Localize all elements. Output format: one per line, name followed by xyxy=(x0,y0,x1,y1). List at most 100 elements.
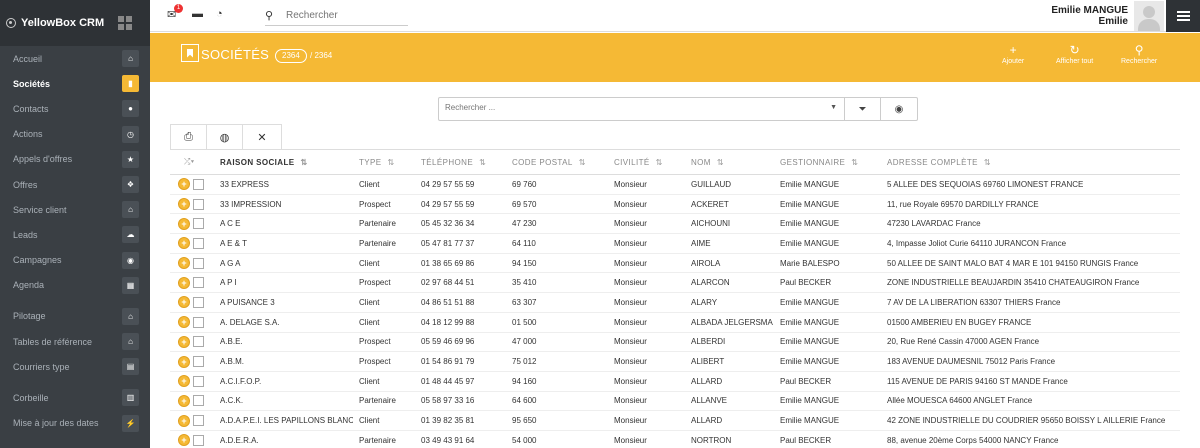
filter-search-input[interactable] xyxy=(445,103,815,112)
column-header-code-postal[interactable]: CODE POSTAL ⇅ xyxy=(506,149,608,175)
table-row[interactable]: + A G A Client 01 38 65 69 86 94 150 Monsieur… xyxy=(170,253,1180,274)
sidebar-item[interactable]: Offres ❖ xyxy=(0,172,150,197)
sidebar-item[interactable]: Agenda ▦ xyxy=(0,273,150,298)
grid-icon[interactable] xyxy=(118,16,132,30)
globe-button[interactable]: ◍ xyxy=(207,125,243,149)
column-header-adresse[interactable]: ADRESSE COMPLÈTE ⇅ xyxy=(881,149,1180,175)
cell-raison-sociale[interactable]: 33 IMPRESSION xyxy=(214,194,353,215)
sidebar-item[interactable]: Leads ☁ xyxy=(0,222,150,247)
print-button[interactable]: ⎙ xyxy=(171,125,207,149)
column-header-nom[interactable]: NOM ⇅ xyxy=(685,149,774,175)
row-checkbox[interactable] xyxy=(193,257,204,269)
cell-raison-sociale[interactable]: A.B.M. xyxy=(214,351,353,372)
table-row[interactable]: + A PUISANCE 3 Client 04 86 51 51 88 63 307 M… xyxy=(170,292,1180,313)
row-checkbox[interactable] xyxy=(193,198,204,210)
show-all-button[interactable]: ↻ Afficher tout xyxy=(1056,43,1093,65)
sidebar-item[interactable]: Appels d'offres ★ xyxy=(0,147,150,172)
row-checkbox[interactable] xyxy=(193,375,204,387)
view-button[interactable]: ◉ xyxy=(881,98,917,120)
cell-raison-sociale[interactable]: A.B.E. xyxy=(214,332,353,353)
dashboard-icon[interactable]: ◔ xyxy=(216,8,230,20)
expand-row-icon[interactable]: + xyxy=(178,237,190,250)
sidebar-item[interactable]: Tables de référence ⌂ xyxy=(0,329,150,354)
expand-row-icon[interactable]: + xyxy=(178,316,190,329)
table-row[interactable]: +33 IMPRESSION Prospect 04 29 57 55 59 69 5… xyxy=(170,194,1180,215)
global-search-input[interactable] xyxy=(286,8,406,22)
cell-raison-sociale[interactable]: A P I xyxy=(214,272,353,294)
sidebar-item[interactable]: Mise à jour des dates ⚡ xyxy=(0,411,150,436)
cell-raison-sociale[interactable]: A C E xyxy=(214,213,353,235)
table-row[interactable]: +33 EXPRESS Client 04 29 57 55 59 69 760 Mon… xyxy=(170,174,1180,195)
column-header-telephone[interactable]: TÉLÉPHONE ⇅ xyxy=(415,149,506,175)
row-checkbox[interactable] xyxy=(193,336,204,348)
row-checkbox[interactable] xyxy=(193,237,204,249)
row-checkbox[interactable] xyxy=(193,178,204,190)
cell-raison-sociale[interactable]: 33 EXPRESS xyxy=(214,174,353,195)
cell-raison-sociale[interactable]: A PUISANCE 3 xyxy=(214,292,353,313)
cell-raison-sociale[interactable]: A.D.E.R.A. xyxy=(214,430,353,448)
avatar[interactable] xyxy=(1134,1,1164,31)
sidebar-item[interactable]: Service client ⌂ xyxy=(0,197,150,222)
sidebar-item[interactable]: Courriers type ▤ xyxy=(0,354,150,379)
row-checkbox[interactable] xyxy=(193,277,204,289)
row-checkbox[interactable] xyxy=(193,316,204,328)
chat-icon[interactable]: ▬ xyxy=(192,8,206,20)
table-row[interactable]: + A P I Prospect 02 97 68 44 51 35 410 Monsie… xyxy=(170,272,1180,294)
column-header-type[interactable]: TYPE ⇅ xyxy=(353,149,415,175)
expand-row-icon[interactable]: + xyxy=(178,355,190,368)
sidebar-item[interactable]: Pilotage ⌂ xyxy=(0,304,150,329)
menu-icon[interactable] xyxy=(1166,0,1200,32)
table-row[interactable]: + A.D.E.R.A. Partenaire 03 49 43 91 64 54 00… xyxy=(170,430,1180,448)
row-checkbox[interactable] xyxy=(193,296,204,308)
expand-row-icon[interactable]: + xyxy=(178,375,190,388)
table-row[interactable]: + A.C.I.F.O.P. Client 01 48 44 45 97 94 160 M… xyxy=(170,371,1180,392)
row-checkbox[interactable] xyxy=(193,395,204,407)
search-icon[interactable]: ⚲ xyxy=(265,9,273,22)
expand-row-icon[interactable]: + xyxy=(178,434,190,447)
sidebar-item[interactable]: Campagnes ◉ xyxy=(0,248,150,273)
sidebar-item[interactable]: Actions ◷ xyxy=(0,122,150,147)
sidebar-item[interactable]: Accueil ⌂ xyxy=(0,46,150,71)
row-checkbox[interactable] xyxy=(193,218,204,230)
cell-raison-sociale[interactable]: A.D.A.P.E.I. LES PAPILLONS BLANC xyxy=(214,410,353,431)
expand-row-icon[interactable]: + xyxy=(178,178,190,191)
column-header-gestionnaire[interactable]: GESTIONNAIRE ⇅ xyxy=(774,149,881,175)
search-button[interactable]: ⚲ Rechercher xyxy=(1121,43,1157,65)
table-row[interactable]: + A C E Partenaire 05 45 32 36 34 47 230 Mons… xyxy=(170,213,1180,235)
table-row[interactable]: + A.B.M. Prospect 01 54 86 91 79 75 012 Monsi… xyxy=(170,351,1180,372)
expand-row-icon[interactable]: + xyxy=(178,335,190,348)
row-checkbox[interactable] xyxy=(193,434,204,446)
cell-raison-sociale[interactable]: A. DELAGE S.A. xyxy=(214,312,353,333)
table-row[interactable]: + A E & T Partenaire 05 47 81 77 37 64 110 Mo… xyxy=(170,233,1180,254)
expand-row-icon[interactable]: + xyxy=(178,394,190,407)
table-row[interactable]: + A.C.K. Partenaire 05 58 97 33 16 64 600 Mon… xyxy=(170,391,1180,412)
expand-row-icon[interactable]: + xyxy=(178,296,190,309)
table-row[interactable]: + A.D.A.P.E.I. LES PAPILLONS BLANC Client 0… xyxy=(170,410,1180,431)
expand-row-icon[interactable]: + xyxy=(178,257,190,270)
row-checkbox[interactable] xyxy=(193,415,204,427)
expand-row-icon[interactable]: + xyxy=(178,276,190,289)
cell-telephone: 03 49 43 91 64 xyxy=(415,430,506,448)
column-header-civilite[interactable]: CIVILITÉ ⇅ xyxy=(608,149,685,175)
user-info[interactable]: Emilie MANGUE Emilie xyxy=(1051,5,1128,27)
filter-select[interactable]: ▼ xyxy=(439,98,845,120)
sidebar-item[interactable]: Sociétés ▮ xyxy=(0,71,150,96)
expand-row-icon[interactable]: + xyxy=(178,414,190,427)
tools-button[interactable]: ✕ xyxy=(243,125,281,149)
expand-row-icon[interactable]: + xyxy=(178,198,190,211)
cell-raison-sociale[interactable]: A E & T xyxy=(214,233,353,254)
select-toggle-header[interactable]: ⤮▾ xyxy=(170,149,214,175)
filter-button[interactable]: ⏷ xyxy=(845,98,881,120)
row-checkbox[interactable] xyxy=(193,356,204,368)
cell-raison-sociale[interactable]: A G A xyxy=(214,253,353,274)
caret-down-icon[interactable]: ▼ xyxy=(830,104,837,111)
table-row[interactable]: + A. DELAGE S.A. Client 04 18 12 99 88 01 50… xyxy=(170,312,1180,333)
cell-raison-sociale[interactable]: A.C.K. xyxy=(214,391,353,412)
table-row[interactable]: + A.B.E. Prospect 05 59 46 69 96 47 000 Monsi… xyxy=(170,332,1180,353)
expand-row-icon[interactable]: + xyxy=(178,217,190,230)
column-header-raison-sociale[interactable]: RAISON SOCIALE ⇅ xyxy=(214,149,353,175)
cell-raison-sociale[interactable]: A.C.I.F.O.P. xyxy=(214,371,353,392)
add-button[interactable]: + Ajouter xyxy=(1002,43,1024,65)
sidebar-item[interactable]: Contacts ● xyxy=(0,96,150,121)
sidebar-item[interactable]: Corbeille ▥ xyxy=(0,385,150,410)
